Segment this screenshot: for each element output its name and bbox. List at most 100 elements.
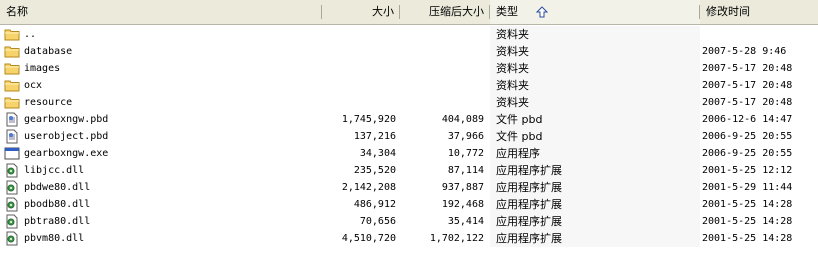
- file-size: [322, 43, 396, 60]
- file-row[interactable]: pbodb80.dll 486,912 192,468 应用程序扩展 2001-5-25…: [0, 196, 818, 213]
- file-name: ocx: [24, 80, 43, 91]
- column-header-size[interactable]: 大小: [322, 0, 400, 24]
- file-modified-date: 2001-5-25 14:28: [702, 216, 793, 227]
- file-compressed-size: 37,966: [447, 131, 484, 142]
- file-name: database: [24, 46, 73, 57]
- file-type: 资料夹: [496, 28, 529, 41]
- sort-ascending-arrow-icon: [536, 6, 548, 18]
- file-name: libjcc.dll: [24, 165, 85, 176]
- column-header-modified-label: 修改时间: [706, 5, 750, 18]
- column-header-bar: 名称 大小 压缩后大小 类型 修改时间: [0, 0, 818, 25]
- file-name-cell[interactable]: database: [4, 43, 322, 60]
- file-name: gearboxngw.exe: [24, 148, 109, 159]
- file-name: userobject.pbd: [24, 131, 109, 142]
- file-compressed-size: [400, 77, 484, 94]
- file-name: pbtra80.dll: [24, 216, 91, 227]
- file-row[interactable]: pbdwe80.dll 2,142,208 937,887 应用程序扩展 2001-5-…: [0, 179, 818, 196]
- file-row[interactable]: images 资料夹 2007-5-17 20:48: [0, 60, 818, 77]
- file-modified-date: 2001-5-25 12:12: [702, 165, 793, 176]
- folder-icon: [4, 95, 20, 110]
- file-modified-date: 2007-5-17 20:48: [702, 63, 793, 74]
- file-compressed-size: 87,114: [447, 165, 484, 176]
- file-size: [322, 26, 396, 43]
- file-size: 486,912: [353, 199, 396, 210]
- file-name-cell[interactable]: pbodb80.dll: [4, 196, 322, 213]
- file-size: [322, 77, 396, 94]
- file-compressed-size: [400, 43, 484, 60]
- file-name-cell[interactable]: pbdwe80.dll: [4, 179, 322, 196]
- file-size: 34,304: [359, 148, 396, 159]
- document-icon: [4, 129, 20, 144]
- file-row[interactable]: database 资料夹 2007-5-28 9:46: [0, 43, 818, 60]
- file-name-cell[interactable]: pbtra80.dll: [4, 213, 322, 230]
- file-type: 资料夹: [496, 96, 529, 109]
- dll-icon: [4, 231, 20, 246]
- dll-icon: [4, 214, 20, 229]
- file-type: 应用程序: [496, 147, 540, 160]
- file-row[interactable]: .. 资料夹: [0, 26, 818, 43]
- dll-icon: [4, 180, 20, 195]
- file-type: 资料夹: [496, 62, 529, 75]
- file-row[interactable]: userobject.pbd 137,216 37,966 文件 pbd 2006-9-…: [0, 128, 818, 145]
- folder-icon: [4, 61, 20, 76]
- column-header-compressed-size[interactable]: 压缩后大小: [400, 0, 490, 24]
- file-row[interactable]: libjcc.dll 235,520 87,114 应用程序扩展 2001-5-25 1…: [0, 162, 818, 179]
- folder-icon: [4, 27, 20, 42]
- file-row[interactable]: gearboxngw.exe 34,304 10,772 应用程序 2006-9-25 …: [0, 145, 818, 162]
- column-header-name[interactable]: 名称: [0, 0, 322, 24]
- file-size: [322, 60, 396, 77]
- file-name-cell[interactable]: images: [4, 60, 322, 77]
- file-compressed-size: 1,702,122: [429, 233, 484, 244]
- file-name-cell[interactable]: ocx: [4, 77, 322, 94]
- dll-icon: [4, 197, 20, 212]
- file-name-cell[interactable]: gearboxngw.exe: [4, 145, 322, 162]
- file-row[interactable]: gearboxngw.pbd 1,745,920 404,089 文件 pbd 2006…: [0, 111, 818, 128]
- file-size: 1,745,920: [341, 114, 396, 125]
- file-row[interactable]: ocx 资料夹 2007-5-17 20:48: [0, 77, 818, 94]
- folder-icon: [4, 78, 20, 93]
- file-size: 4,510,720: [341, 233, 396, 244]
- file-name-cell[interactable]: resource: [4, 94, 322, 111]
- file-modified-date: 2006-9-25 20:55: [702, 148, 793, 159]
- file-type: 文件 pbd: [496, 130, 543, 143]
- file-modified-date: 2007-5-17 20:48: [702, 80, 793, 91]
- file-type: 应用程序扩展: [496, 215, 562, 228]
- file-name-cell[interactable]: userobject.pbd: [4, 128, 322, 145]
- file-type: 应用程序扩展: [496, 198, 562, 211]
- file-compressed-size: 937,887: [441, 182, 484, 193]
- file-name-cell[interactable]: pbvm80.dll: [4, 230, 322, 247]
- column-header-compressed-size-label: 压缩后大小: [429, 5, 484, 18]
- file-name: gearboxngw.pbd: [24, 114, 109, 125]
- file-row[interactable]: pbtra80.dll 70,656 35,414 应用程序扩展 2001-5-25 1…: [0, 213, 818, 230]
- file-size: [322, 94, 396, 111]
- file-list-view[interactable]: 名称 大小 压缩后大小 类型 修改时间 .. 资料夹 database 资料夹 2007…: [0, 0, 818, 253]
- file-compressed-size: [400, 60, 484, 77]
- file-size: 235,520: [353, 165, 396, 176]
- file-name: ..: [24, 29, 37, 40]
- column-header-modified[interactable]: 修改时间: [700, 0, 818, 24]
- column-header-type[interactable]: 类型: [490, 0, 700, 24]
- file-name-cell[interactable]: libjcc.dll: [4, 162, 322, 179]
- file-type: 文件 pbd: [496, 113, 543, 126]
- folder-icon: [4, 44, 20, 59]
- file-name-cell[interactable]: gearboxngw.pbd: [4, 111, 322, 128]
- file-type: 资料夹: [496, 79, 529, 92]
- file-size: 2,142,208: [341, 182, 396, 193]
- file-modified-date: 2001-5-29 11:44: [702, 182, 793, 193]
- file-modified-date: [702, 26, 818, 43]
- file-modified-date: 2001-5-25 14:28: [702, 199, 793, 210]
- file-row[interactable]: resource 资料夹 2007-5-17 20:48: [0, 94, 818, 111]
- file-row[interactable]: pbvm80.dll 4,510,720 1,702,122 应用程序扩展 2001-5…: [0, 230, 818, 247]
- file-type: 应用程序扩展: [496, 232, 562, 245]
- file-compressed-size: 35,414: [447, 216, 484, 227]
- file-name-cell[interactable]: ..: [4, 26, 322, 43]
- file-size: 70,656: [359, 216, 396, 227]
- file-name: pbodb80.dll: [24, 199, 91, 210]
- file-name: pbvm80.dll: [24, 233, 85, 244]
- application-icon: [4, 146, 20, 161]
- dll-icon: [4, 163, 20, 178]
- document-icon: [4, 112, 20, 127]
- file-modified-date: 2007-5-28 9:46: [702, 46, 787, 57]
- column-header-name-label: 名称: [6, 5, 28, 18]
- file-compressed-size: 404,089: [441, 114, 484, 125]
